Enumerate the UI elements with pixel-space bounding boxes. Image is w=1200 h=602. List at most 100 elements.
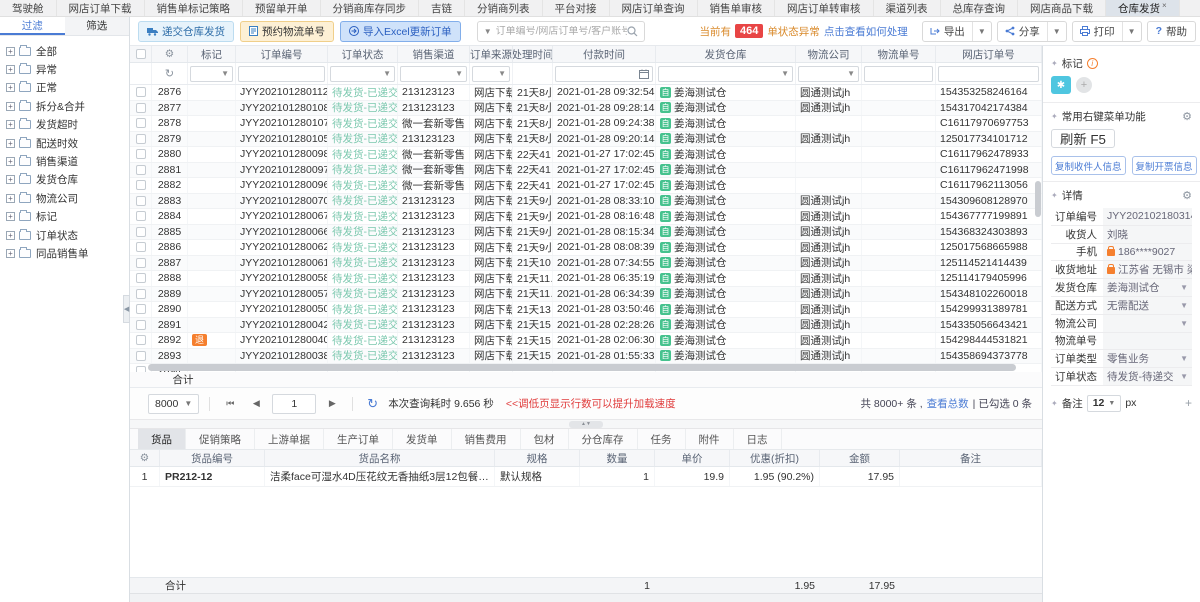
table-row[interactable]: 2891 JYY202101280042 待发货-已递交 213123123 网店下载 2… bbox=[130, 317, 1042, 333]
next-page-button[interactable]: ▶ bbox=[322, 394, 342, 414]
copy-receiver-info-button[interactable]: 复制收件人信息 bbox=[1051, 156, 1126, 175]
export-button[interactable]: 导出 ▼ bbox=[921, 20, 992, 42]
window-tab-13[interactable]: 总库存查询 bbox=[941, 0, 1018, 16]
goods-col-price[interactable]: 单价 bbox=[655, 450, 730, 466]
table-row[interactable]: 2883 JYY202101280070 待发货-已递交 213123123 网店下载 2… bbox=[130, 193, 1042, 209]
detail-field-value[interactable]: ▼ bbox=[1103, 314, 1192, 332]
refresh-query-icon[interactable]: ↻ bbox=[367, 396, 378, 412]
expand-plus-icon[interactable]: + bbox=[6, 65, 15, 75]
logistics-filter-select[interactable]: ▼ bbox=[798, 65, 859, 82]
tree-item-6[interactable]: + 配送时效 bbox=[6, 134, 129, 152]
help-button[interactable]: ? 帮助 bbox=[1146, 20, 1196, 42]
sidebar-tab-filter[interactable]: 过滤 bbox=[0, 17, 65, 35]
view-total-link[interactable]: 查看总数 bbox=[927, 396, 969, 411]
col-header-source[interactable]: 订单来源 bbox=[470, 46, 513, 62]
col-header-channel[interactable]: 销售渠道 bbox=[398, 46, 470, 62]
sidebar-tab-sift[interactable]: 筛选 bbox=[64, 17, 129, 35]
column-settings-gear-icon[interactable]: ⚙ bbox=[165, 48, 174, 60]
table-row[interactable]: 2892 退 JYY202101280040 待发货-已递交 213123123 网店下载… bbox=[130, 333, 1042, 349]
goods-col-name[interactable]: 货品名称 bbox=[265, 450, 495, 466]
goods-col-discount[interactable]: 优惠(折扣) bbox=[730, 450, 820, 466]
col-header-order-no[interactable]: 订单编号 bbox=[236, 46, 328, 62]
detail-tab-11[interactable]: 日志 bbox=[734, 429, 782, 449]
detail-settings-gear-icon[interactable]: ⚙ bbox=[1182, 189, 1192, 202]
window-tab-8[interactable]: 平台对接 bbox=[543, 0, 610, 16]
expand-plus-icon[interactable]: + bbox=[6, 157, 15, 167]
share-dropdown-caret[interactable]: ▼ bbox=[1046, 21, 1066, 41]
note-font-size-select[interactable]: 12 ▼ bbox=[1086, 394, 1122, 412]
detail-tab-1[interactable]: 货品 bbox=[138, 429, 186, 449]
prev-page-button[interactable]: ◀ bbox=[246, 394, 266, 414]
refresh-table-icon[interactable]: ↻ bbox=[165, 67, 174, 80]
col-header-elapsed[interactable]: 处理时间 bbox=[513, 46, 553, 62]
select-all-checkbox[interactable] bbox=[135, 49, 146, 59]
detail-tab-6[interactable]: 销售费用 bbox=[452, 429, 521, 449]
import-excel-button[interactable]: 导入Excel更新订单 bbox=[340, 20, 461, 42]
window-tab-15[interactable]: 仓库发货 × bbox=[1106, 0, 1180, 16]
expand-plus-icon[interactable]: + bbox=[6, 230, 15, 240]
row-checkbox[interactable] bbox=[135, 133, 146, 144]
mark-filter-select[interactable]: ▼ bbox=[190, 65, 233, 82]
order-no-filter-input[interactable] bbox=[238, 65, 325, 82]
expand-plus-icon[interactable]: + bbox=[6, 120, 15, 130]
warehouse-filter-select[interactable]: ▼ bbox=[658, 65, 793, 82]
detail-field-value[interactable]: 姜海测试仓 ▼ bbox=[1103, 279, 1192, 296]
share-button[interactable]: 分享 ▼ bbox=[996, 20, 1067, 42]
tree-item-7[interactable]: + 销售渠道 bbox=[6, 152, 129, 170]
goods-col-spec[interactable]: 规格 bbox=[495, 450, 580, 466]
table-row[interactable]: 2890 JYY202101280050 待发货-已递交 213123123 网店下载 2… bbox=[130, 302, 1042, 318]
window-tab-5[interactable]: 分销商库存同步 bbox=[321, 0, 419, 16]
window-tab-14[interactable]: 网店商品下载 bbox=[1018, 0, 1106, 16]
close-tab-icon[interactable]: × bbox=[1162, 1, 1167, 10]
first-page-button[interactable]: ⏮ bbox=[220, 394, 240, 414]
tree-item-1[interactable]: + 全部 bbox=[6, 42, 129, 60]
col-header-shop-order-no[interactable]: 网店订单号 bbox=[936, 46, 1042, 62]
source-filter-select[interactable]: ▼ bbox=[472, 65, 510, 82]
window-tab-6[interactable]: 吉链 bbox=[419, 0, 465, 16]
row-checkbox[interactable] bbox=[135, 102, 146, 113]
window-tab-7[interactable]: 分销商列表 bbox=[465, 0, 543, 16]
row-checkbox[interactable] bbox=[135, 335, 146, 346]
page-size-select[interactable]: 8000 ▼ bbox=[148, 393, 200, 414]
col-header-warehouse[interactable]: 发货仓库 bbox=[656, 46, 796, 62]
row-checkbox[interactable] bbox=[135, 257, 146, 268]
table-row[interactable]: 2888 JYY202101280058 待发货-已递交 213123123 网店下载 2… bbox=[130, 271, 1042, 287]
detail-tab-8[interactable]: 分仓库存 bbox=[569, 429, 638, 449]
tree-item-12[interactable]: + 同品销售单 bbox=[6, 244, 129, 262]
detail-field-value[interactable]: 无需配送 ▼ bbox=[1103, 296, 1192, 314]
expand-plus-icon[interactable]: + bbox=[6, 138, 15, 148]
chevron-down-icon[interactable]: ▼ bbox=[1180, 301, 1188, 310]
splitter-drag-handle[interactable]: ▲▼ bbox=[569, 420, 603, 428]
order-search-box[interactable]: ▼ bbox=[476, 20, 645, 42]
book-tracking-number-button[interactable]: 预约物流单号 bbox=[240, 20, 334, 42]
detail-tab-4[interactable]: 生产订单 bbox=[324, 429, 393, 449]
row-checkbox[interactable] bbox=[135, 195, 146, 206]
table-row[interactable]: 2885 JYY202101280066 待发货-已递交 213123123 网店下载 2… bbox=[130, 224, 1042, 240]
chevron-down-icon[interactable]: ▼ bbox=[1180, 372, 1188, 381]
detail-field-value[interactable]: 待发货-待递交 ▼ bbox=[1103, 368, 1192, 385]
tree-item-8[interactable]: + 发货仓库 bbox=[6, 171, 129, 189]
row-checkbox[interactable] bbox=[135, 242, 146, 253]
tree-item-2[interactable]: + 异常 bbox=[6, 60, 129, 78]
col-header-tracking-no[interactable]: 物流单号 bbox=[862, 46, 936, 62]
detail-tab-2[interactable]: 促销策略 bbox=[186, 429, 255, 449]
alert-help-link[interactable]: 点击查看如何处理 bbox=[824, 24, 908, 39]
search-input[interactable] bbox=[495, 25, 627, 37]
goods-col-remark[interactable]: 备注 bbox=[900, 450, 1042, 466]
add-mark-icon[interactable]: + bbox=[1076, 77, 1092, 93]
window-tab-11[interactable]: 网店订单转审核 bbox=[775, 0, 874, 16]
table-row[interactable]: 2876 JYY202101280112 待发货-已递交 213123123 网店下载 2… bbox=[130, 85, 1042, 101]
menu-settings-gear-icon[interactable]: ⚙ bbox=[1182, 110, 1192, 123]
tracking-no-filter-input[interactable] bbox=[864, 65, 933, 82]
row-checkbox[interactable] bbox=[135, 226, 146, 237]
chevron-down-icon[interactable]: ▼ bbox=[1180, 283, 1188, 292]
window-tab-12[interactable]: 渠道列表 bbox=[874, 0, 941, 16]
col-header-status[interactable]: 订单状态 bbox=[328, 46, 398, 62]
table-row[interactable]: 2879 JYY202101280105 待发货-已递交 213123123 网店下载 2… bbox=[130, 131, 1042, 147]
expand-plus-icon[interactable]: + bbox=[6, 212, 15, 222]
detail-tab-7[interactable]: 包材 bbox=[521, 429, 569, 449]
export-dropdown-caret[interactable]: ▼ bbox=[971, 21, 991, 41]
search-icon[interactable] bbox=[627, 25, 638, 37]
window-tab-10[interactable]: 销售单审核 bbox=[698, 0, 775, 16]
table-row[interactable]: 2884 JYY202101280067 待发货-已递交 213123123 网店下载 2… bbox=[130, 209, 1042, 225]
